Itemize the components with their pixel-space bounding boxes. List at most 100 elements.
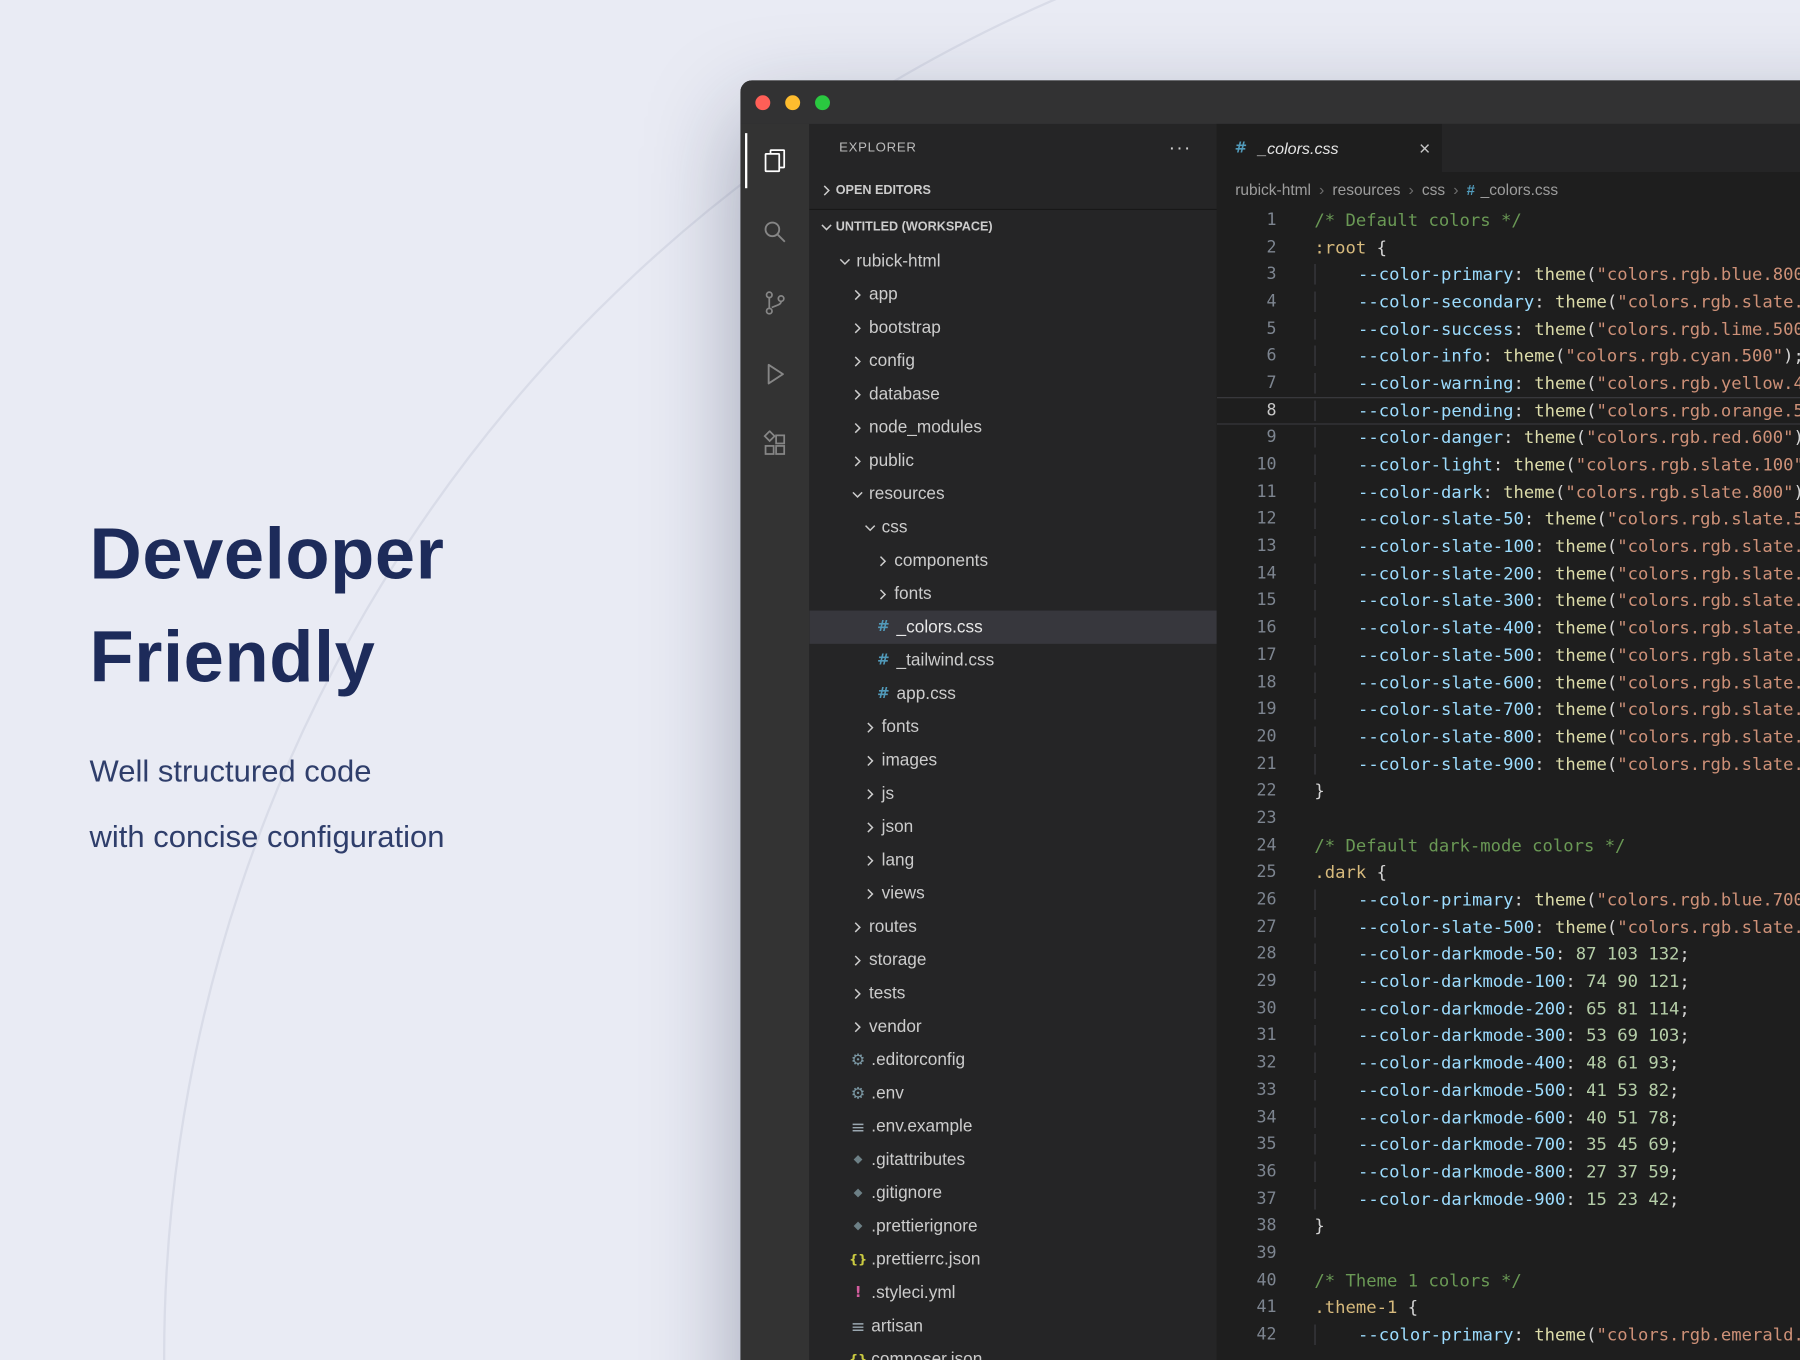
tree-folder-css[interactable]: css bbox=[809, 511, 1217, 544]
close-window-button[interactable] bbox=[755, 95, 770, 110]
tree-folder-config[interactable]: config bbox=[809, 344, 1217, 377]
tree-folder-lang[interactable]: lang bbox=[809, 844, 1217, 877]
code-line-17[interactable]: 17--color-slate-500: theme("colors.rgb.s… bbox=[1217, 642, 1800, 669]
tree-folder-rubick-html[interactable]: rubick-html bbox=[809, 244, 1217, 277]
code-line-21[interactable]: 21--color-slate-900: theme("colors.rgb.s… bbox=[1217, 750, 1800, 777]
code-line-1[interactable]: 1/* Default colors */ bbox=[1217, 207, 1800, 234]
indent-guide bbox=[1314, 726, 1358, 747]
code-line-10[interactable]: 10--color-light: theme("colors.rgb.slate… bbox=[1217, 451, 1800, 478]
tab-colors-css[interactable]: # _colors.css × bbox=[1217, 124, 1442, 172]
code-line-37[interactable]: 37--color-darkmode-900: 15 23 42; bbox=[1217, 1185, 1800, 1212]
tree-file-.prettierignore[interactable]: ◆.prettierignore bbox=[809, 1210, 1217, 1243]
breadcrumb-item-_colors.css[interactable]: #_colors.css bbox=[1467, 181, 1559, 198]
tree-folder-storage[interactable]: storage bbox=[809, 943, 1217, 976]
run-and-debug-icon[interactable] bbox=[747, 347, 802, 402]
tree-folder-js[interactable]: js bbox=[809, 777, 1217, 810]
page: Developer Friendly Well structured code … bbox=[0, 0, 1800, 1360]
tree-folder-public[interactable]: public bbox=[809, 444, 1217, 477]
tree-file-.gitignore[interactable]: ◆.gitignore bbox=[809, 1176, 1217, 1209]
tree-file-artisan[interactable]: ≡artisan bbox=[809, 1310, 1217, 1343]
workspace-section[interactable]: UNTITLED (WORKSPACE) bbox=[809, 209, 1217, 245]
code-line-28[interactable]: 28--color-darkmode-50: 87 103 132; bbox=[1217, 941, 1800, 968]
tree-folder-bootstrap[interactable]: bootstrap bbox=[809, 311, 1217, 344]
code-line-38[interactable]: 38} bbox=[1217, 1212, 1800, 1239]
tree-folder-node_modules[interactable]: node_modules bbox=[809, 411, 1217, 444]
tree-folder-images[interactable]: images bbox=[809, 744, 1217, 777]
tree-folder-vendor[interactable]: vendor bbox=[809, 1010, 1217, 1043]
code-line-23[interactable]: 23 bbox=[1217, 805, 1800, 832]
breadcrumb-item-rubick-html[interactable]: rubick-html bbox=[1235, 181, 1311, 198]
tree-folder-database[interactable]: database bbox=[809, 378, 1217, 411]
tree-folder-json[interactable]: json bbox=[809, 810, 1217, 843]
tree-file-.gitattributes[interactable]: ◆.gitattributes bbox=[809, 1143, 1217, 1176]
code-line-2[interactable]: 2:root { bbox=[1217, 234, 1800, 261]
code-line-33[interactable]: 33--color-darkmode-500: 41 53 82; bbox=[1217, 1077, 1800, 1104]
search-icon[interactable] bbox=[747, 204, 802, 259]
code-line-15[interactable]: 15--color-slate-300: theme("colors.rgb.s… bbox=[1217, 587, 1800, 614]
tree-file-.env[interactable]: ⚙.env bbox=[809, 1077, 1217, 1110]
tree-folder-components[interactable]: components bbox=[809, 544, 1217, 577]
code-line-20[interactable]: 20--color-slate-800: theme("colors.rgb.s… bbox=[1217, 723, 1800, 750]
tree-folder-fonts[interactable]: fonts bbox=[809, 710, 1217, 743]
explorer-icon[interactable] bbox=[745, 133, 802, 188]
code-line-24[interactable]: 24/* Default dark-mode colors */ bbox=[1217, 832, 1800, 859]
code-line-19[interactable]: 19--color-slate-700: theme("colors.rgb.s… bbox=[1217, 696, 1800, 723]
code-line-3[interactable]: 3--color-primary: theme("colors.rgb.blue… bbox=[1217, 261, 1800, 288]
line-number: 34 bbox=[1217, 1108, 1277, 1126]
tree-file-_tailwind.css[interactable]: #_tailwind.css bbox=[809, 644, 1217, 677]
chevron-right-icon bbox=[860, 818, 880, 836]
tree-folder-app[interactable]: app bbox=[809, 278, 1217, 311]
tree-folder-routes[interactable]: routes bbox=[809, 910, 1217, 943]
code-line-11[interactable]: 11--color-dark: theme("colors.rgb.slate.… bbox=[1217, 478, 1800, 505]
code-line-31[interactable]: 31--color-darkmode-300: 53 69 103; bbox=[1217, 1022, 1800, 1049]
minimize-window-button[interactable] bbox=[785, 95, 800, 110]
code-line-text: --color-secondary: theme("colors.rgb.sla… bbox=[1314, 291, 1800, 312]
maximize-window-button[interactable] bbox=[815, 95, 830, 110]
code-line-35[interactable]: 35--color-darkmode-700: 35 45 69; bbox=[1217, 1131, 1800, 1158]
code-line-39[interactable]: 39 bbox=[1217, 1240, 1800, 1267]
code-line-26[interactable]: 26--color-primary: theme("colors.rgb.blu… bbox=[1217, 886, 1800, 913]
breadcrumb-item-css[interactable]: css bbox=[1422, 181, 1445, 198]
code-line-25[interactable]: 25.dark { bbox=[1217, 859, 1800, 886]
tree-folder-fonts[interactable]: fonts bbox=[809, 577, 1217, 610]
tree-folder-resources[interactable]: resources bbox=[809, 477, 1217, 510]
line-number: 7 bbox=[1217, 374, 1277, 392]
code-line-4[interactable]: 4--color-secondary: theme("colors.rgb.sl… bbox=[1217, 288, 1800, 315]
code-line-29[interactable]: 29--color-darkmode-100: 74 90 121; bbox=[1217, 968, 1800, 995]
open-editors-section[interactable]: OPEN EDITORS bbox=[809, 172, 1217, 209]
tree-file-.prettierrc.json[interactable]: {}.prettierrc.json bbox=[809, 1243, 1217, 1276]
code-line-22[interactable]: 22} bbox=[1217, 777, 1800, 804]
code-line-32[interactable]: 32--color-darkmode-400: 48 61 93; bbox=[1217, 1049, 1800, 1076]
tree-folder-tests[interactable]: tests bbox=[809, 977, 1217, 1010]
breadcrumb-item-resources[interactable]: resources bbox=[1332, 181, 1400, 198]
tree-file-.editorconfig[interactable]: ⚙.editorconfig bbox=[809, 1043, 1217, 1076]
code-line-12[interactable]: 12--color-slate-50: theme("colors.rgb.sl… bbox=[1217, 506, 1800, 533]
code-line-13[interactable]: 13--color-slate-100: theme("colors.rgb.s… bbox=[1217, 533, 1800, 560]
tree-folder-views[interactable]: views bbox=[809, 877, 1217, 910]
close-tab-icon[interactable]: × bbox=[1419, 138, 1430, 158]
tree-file-.env.example[interactable]: ≡.env.example bbox=[809, 1110, 1217, 1143]
code-line-41[interactable]: 41.theme-1 { bbox=[1217, 1294, 1800, 1321]
code-line-40[interactable]: 40/* Theme 1 colors */ bbox=[1217, 1267, 1800, 1294]
extensions-icon[interactable] bbox=[747, 418, 802, 473]
tree-file-app.css[interactable]: #app.css bbox=[809, 677, 1217, 710]
code-line-18[interactable]: 18--color-slate-600: theme("colors.rgb.s… bbox=[1217, 669, 1800, 696]
code-line-30[interactable]: 30--color-darkmode-200: 65 81 114; bbox=[1217, 995, 1800, 1022]
code-line-42[interactable]: 42--color-primary: theme("colors.rgb.eme… bbox=[1217, 1321, 1800, 1348]
code-line-7[interactable]: 7--color-warning: theme("colors.rgb.yell… bbox=[1217, 370, 1800, 397]
tree-item-label: .prettierignore bbox=[871, 1217, 977, 1237]
code-line-36[interactable]: 36--color-darkmode-800: 27 37 59; bbox=[1217, 1158, 1800, 1185]
explorer-more-actions-button[interactable]: ··· bbox=[1169, 137, 1192, 160]
tree-file-composer.json[interactable]: {}composer.json bbox=[809, 1343, 1217, 1360]
code-line-6[interactable]: 6--color-info: theme("colors.rgb.cyan.50… bbox=[1217, 343, 1800, 370]
code-line-8[interactable]: 8--color-pending: theme("colors.rgb.oran… bbox=[1217, 397, 1800, 424]
tree-file-_colors.css[interactable]: #_colors.css bbox=[809, 611, 1217, 644]
code-line-14[interactable]: 14--color-slate-200: theme("colors.rgb.s… bbox=[1217, 560, 1800, 587]
code-line-27[interactable]: 27--color-slate-500: theme("colors.rgb.s… bbox=[1217, 913, 1800, 940]
code-line-34[interactable]: 34--color-darkmode-600: 40 51 78; bbox=[1217, 1104, 1800, 1131]
tree-file-.styleci.yml[interactable]: !.styleci.yml bbox=[809, 1276, 1217, 1309]
source-control-icon[interactable] bbox=[747, 275, 802, 330]
code-line-9[interactable]: 9--color-danger: theme("colors.rgb.red.6… bbox=[1217, 424, 1800, 451]
code-line-5[interactable]: 5--color-success: theme("colors.rgb.lime… bbox=[1217, 315, 1800, 342]
code-line-16[interactable]: 16--color-slate-400: theme("colors.rgb.s… bbox=[1217, 614, 1800, 641]
